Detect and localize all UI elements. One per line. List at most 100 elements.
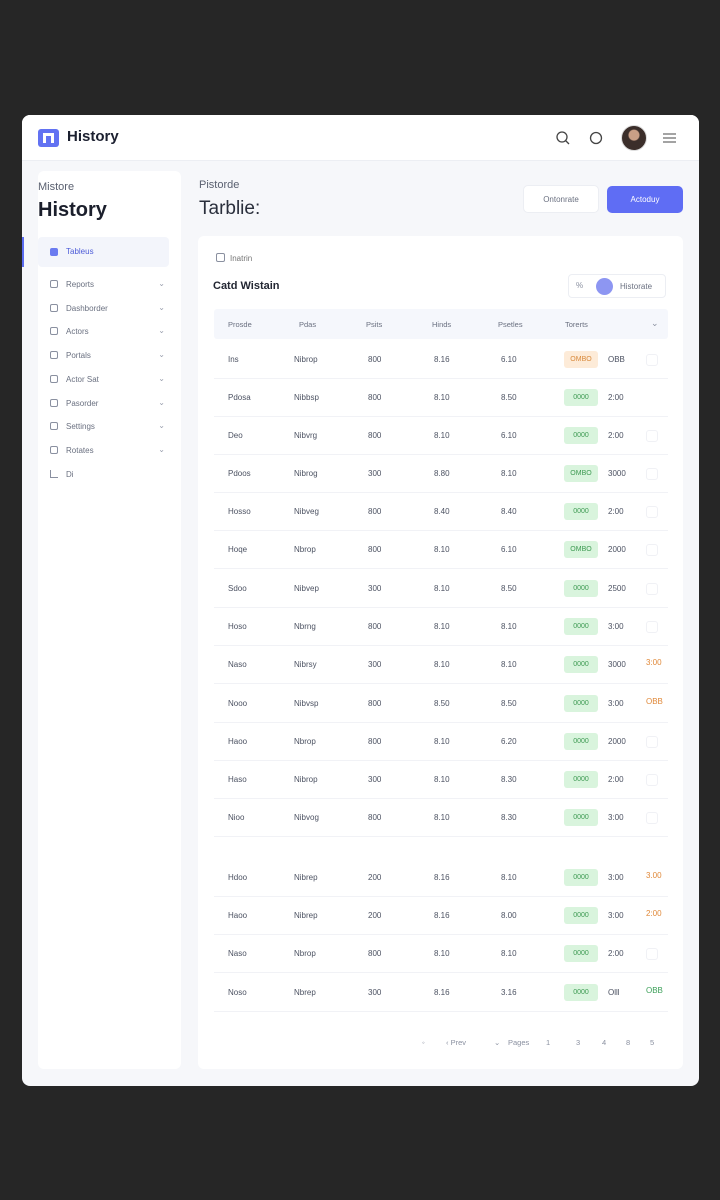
table-row[interactable]: Nooo Nibvsp 800 8.50 8.50 0000 3:00 OBB	[214, 685, 668, 723]
row-action-icon[interactable]	[646, 736, 658, 748]
sidebar-item-footer[interactable]: Di	[38, 467, 165, 483]
sidebar-item-reports[interactable]: Reports ⌄	[38, 277, 165, 293]
secondary-button[interactable]: Ontonrate	[523, 185, 599, 213]
table-row[interactable]: Noso Nbrep 300 8.16 3.16 0000 Olll OBB	[214, 974, 668, 1012]
filter-control[interactable]: % Historate	[568, 274, 666, 298]
table-cell: 8.30	[501, 813, 517, 822]
page-first-icon[interactable]: ◦	[422, 1038, 425, 1047]
sidebar-item-dashboard[interactable]: Dashborder ⌄	[38, 301, 165, 317]
column-header[interactable]: Hinds	[432, 320, 451, 329]
page-number[interactable]: 1	[546, 1038, 550, 1047]
table-cell: 200	[368, 873, 382, 882]
table-row[interactable]: Nioo Nibvog 800 8.10 8.30 0000 3:00	[214, 799, 668, 837]
table-cell: 8.50	[501, 584, 517, 593]
row-action-icon[interactable]	[646, 812, 658, 824]
column-header[interactable]: Psetles	[498, 320, 523, 329]
column-header[interactable]: Torerts	[565, 320, 588, 329]
row-action-icon[interactable]	[646, 583, 658, 595]
table-row[interactable]: Naso Nbrop 800 8.10 8.10 0000 2:00	[214, 935, 668, 973]
table-cell: Pdoos	[228, 469, 251, 478]
sidebar-item-label: Settings	[66, 422, 95, 431]
sidebar-item-active[interactable]: Tableus	[38, 237, 169, 267]
row-action-icon[interactable]	[646, 506, 658, 518]
table-cell-value: 3:00	[608, 622, 624, 631]
sidebar-item-rotates[interactable]: Rotates ⌄	[38, 443, 165, 459]
sidebar-item-actor-sat[interactable]: Actor Sat ⌄	[38, 372, 165, 388]
table-cell-value: 3:00	[608, 699, 624, 708]
table-row[interactable]: Pdosa Nibbsp 800 8.10 8.50 0000 2:00	[214, 379, 668, 417]
table-cell: 8.16	[434, 988, 450, 997]
row-action-icon[interactable]	[646, 544, 658, 556]
table-row[interactable]: Hdoo Nibrep 200 8.16 8.10 0000 3:00 3.00	[214, 859, 668, 897]
status-badge: 0000	[564, 945, 598, 962]
table-cell: 800	[368, 622, 382, 631]
column-header[interactable]: Pdas	[299, 320, 316, 329]
row-action-icon[interactable]	[646, 774, 658, 786]
chevron-down-icon: ⌄	[158, 398, 165, 407]
chevron-down-icon[interactable]: ⌄	[494, 1038, 500, 1047]
chevron-down-icon: ⌄	[158, 303, 165, 312]
row-action-icon[interactable]	[646, 354, 658, 366]
table-row[interactable]: Naso Nibrsy 300 8.10 8.10 0000 3000 3:00	[214, 646, 668, 684]
rotate-icon	[50, 446, 58, 454]
status-badge: OMBO	[564, 541, 598, 558]
chevron-down-icon: ⌄	[158, 326, 165, 335]
table-row[interactable]: Ins Nibrop 800 8.16 6.10 OMBO OBB	[214, 341, 668, 379]
table-row[interactable]: Deo Nibvrg 800 8.10 6.10 0000 2:00	[214, 417, 668, 455]
settings-icon	[50, 422, 58, 430]
column-header[interactable]: Psits	[366, 320, 382, 329]
row-action-icon[interactable]	[646, 468, 658, 480]
sidebar-item-label: Di	[66, 470, 74, 479]
filter-avatar	[596, 278, 613, 295]
primary-button[interactable]: Actoduy	[607, 186, 683, 213]
table-cell-value: 2:00	[608, 431, 624, 440]
sidebar-item-label: Portals	[66, 351, 91, 360]
table-cell: Nbrep	[294, 988, 316, 997]
search-icon[interactable]	[555, 130, 571, 146]
sidebar-item-settings[interactable]: Settings ⌄	[38, 419, 165, 435]
table-cell: Nbrop	[294, 949, 316, 958]
table-cell: 8.50	[501, 699, 517, 708]
table-row[interactable]: Haoo Nbrop 800 8.10 6.20 0000 2000	[214, 723, 668, 761]
table-row[interactable]: Sdoo Nibvep 300 8.10 8.50 0000 2500	[214, 570, 668, 608]
table-cell: Hdoo	[228, 873, 248, 882]
table-cell: 800	[368, 545, 382, 554]
status-badge: 0000	[564, 580, 598, 597]
sidebar-item-label: Pasorder	[66, 399, 99, 408]
table-row[interactable]: Hoqe Nbrop 800 8.10 6.10 OMBO 2000	[214, 531, 668, 569]
row-action-icon[interactable]	[646, 621, 658, 633]
list-icon	[50, 470, 58, 478]
search-input[interactable]	[230, 248, 310, 268]
page-number[interactable]: 4	[602, 1038, 606, 1047]
row-action-icon[interactable]	[646, 430, 658, 442]
search-box[interactable]	[214, 248, 310, 268]
page-number[interactable]: 5	[650, 1038, 654, 1047]
table-cell: 800	[368, 699, 382, 708]
table-cell: 8.16	[434, 911, 450, 920]
page-prev-button[interactable]: ‹ Prev	[446, 1038, 466, 1047]
sidebar-item-actors[interactable]: Actors ⌄	[38, 324, 165, 340]
table-row[interactable]: Pdoos Nibrog 300 8.80 8.10 OMBO 3000	[214, 455, 668, 493]
page-number[interactable]: 3	[576, 1038, 580, 1047]
table-row[interactable]: Hoso Nbrng 800 8.10 8.10 0000 3:00	[214, 608, 668, 646]
table-row[interactable]: Haso Nibrop 300 8.10 8.30 0000 2:00	[214, 761, 668, 799]
menu-icon[interactable]	[662, 130, 678, 146]
folder-icon	[50, 399, 58, 407]
active-indicator	[22, 237, 24, 267]
chevron-down-icon: ⌄	[158, 279, 165, 288]
table-cell: 6.10	[501, 431, 517, 440]
page-number[interactable]: 8	[626, 1038, 630, 1047]
chevron-down-icon: ⌄	[158, 421, 165, 430]
sidebar-title: History	[38, 199, 107, 221]
avatar[interactable]	[621, 125, 647, 151]
table-row[interactable]: Hosso Nibveg 800 8.40 8.40 0000 2:00	[214, 493, 668, 531]
column-header[interactable]: Prosde	[228, 320, 252, 329]
row-action-icon[interactable]	[646, 948, 658, 960]
table-row[interactable]: Haoo Nibrep 200 8.16 8.00 0000 3:00 2:00	[214, 897, 668, 935]
table-cell: 800	[368, 737, 382, 746]
notification-icon[interactable]	[588, 130, 604, 146]
table-cell: Ins	[228, 355, 239, 364]
chevron-down-icon[interactable]: ⌄	[651, 318, 659, 329]
sidebar-item-pasorder[interactable]: Pasorder ⌄	[38, 396, 165, 412]
sidebar-item-portals[interactable]: Portals ⌄	[38, 348, 165, 364]
